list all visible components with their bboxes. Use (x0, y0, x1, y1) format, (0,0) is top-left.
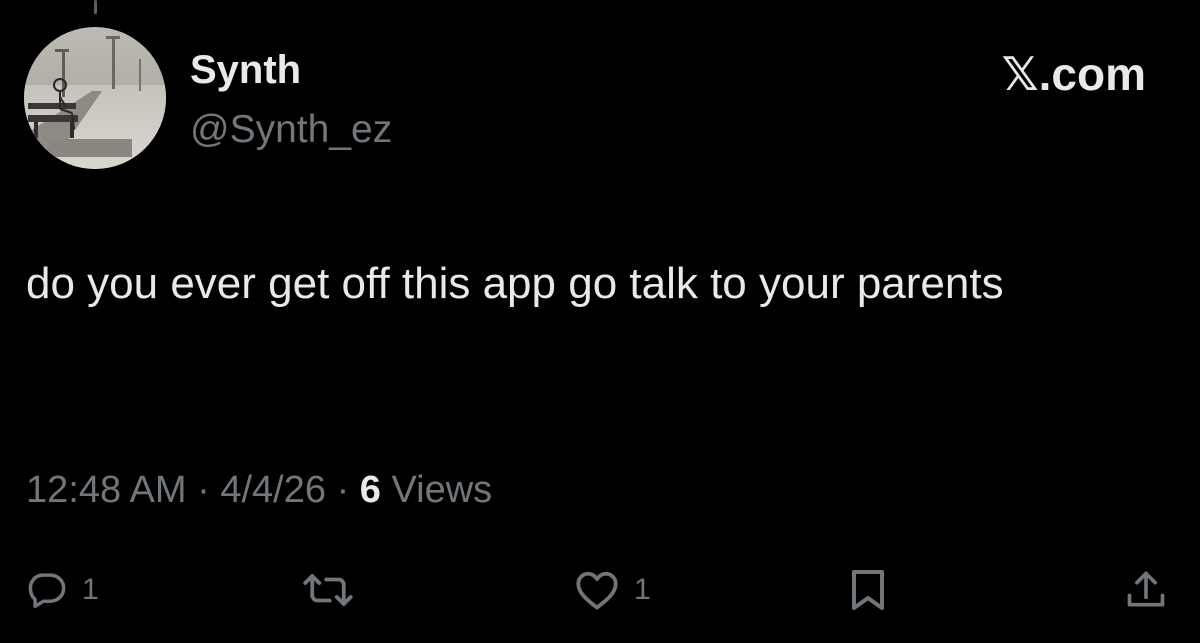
x-com-brand: 𝕏.com (1001, 48, 1146, 100)
avatar-image (24, 27, 166, 169)
like-count: 1 (634, 573, 651, 606)
bookmark-button[interactable] (850, 566, 886, 614)
views-count: 6 (359, 469, 381, 511)
post-time[interactable]: 12:48 AM (26, 469, 187, 511)
share-button[interactable] (1124, 566, 1168, 614)
heart-icon (574, 569, 620, 611)
repost-button[interactable] (300, 566, 356, 614)
bookmark-icon (850, 568, 886, 612)
reply-icon (26, 569, 68, 611)
reply-button[interactable]: 1 (26, 566, 99, 614)
meta-separator: · (336, 469, 350, 511)
post-text: do you ever get off this app go talk to … (26, 259, 1004, 308)
meta-separator: · (197, 469, 210, 511)
reply-count: 1 (82, 573, 99, 606)
post-meta: 12:48 AM · 4/4/26 · 6 Views (26, 467, 492, 513)
thread-connector-line (94, 0, 97, 14)
author-handle[interactable]: @Synth_ez (190, 107, 392, 153)
repost-icon (300, 569, 356, 611)
like-button[interactable]: 1 (574, 566, 651, 614)
views-label: Views (391, 469, 493, 511)
author-display-name[interactable]: Synth (190, 46, 301, 94)
share-icon (1124, 568, 1168, 612)
post-date[interactable]: 4/4/26 (220, 469, 326, 511)
avatar[interactable] (24, 27, 166, 169)
